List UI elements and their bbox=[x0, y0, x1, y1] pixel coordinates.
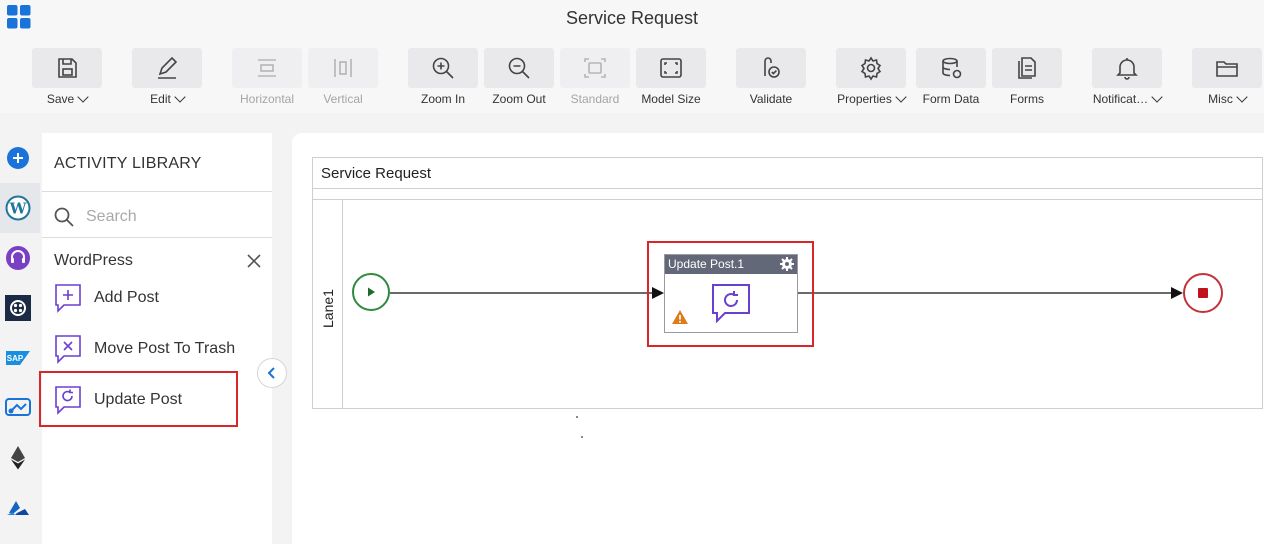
stop-icon bbox=[1198, 288, 1208, 298]
gear-icon[interactable] bbox=[780, 257, 794, 271]
standard-size-icon bbox=[584, 58, 606, 78]
sap-icon[interactable]: SAP bbox=[5, 345, 31, 371]
collapse-panel-button[interactable] bbox=[257, 358, 287, 388]
canvas-artifact bbox=[576, 416, 578, 418]
library-item-label: Move Post To Trash bbox=[94, 340, 236, 357]
chevron-down-icon bbox=[174, 91, 186, 103]
pencil-icon bbox=[158, 56, 178, 79]
chevron-left-icon bbox=[267, 367, 275, 379]
update-post-icon bbox=[712, 284, 750, 323]
highlight-box bbox=[39, 371, 238, 427]
zoom-in-icon bbox=[432, 57, 454, 79]
flow-icon[interactable] bbox=[5, 395, 31, 421]
notifications-button[interactable]: Notificat… bbox=[1092, 37, 1163, 113]
save-button[interactable]: Save bbox=[32, 37, 102, 113]
chevron-down-icon bbox=[895, 91, 907, 103]
properties-label: Properties bbox=[837, 92, 892, 106]
validate-label: Validate bbox=[749, 92, 793, 106]
folder-icon bbox=[1216, 61, 1238, 77]
add-post-icon bbox=[55, 284, 81, 313]
forms-button[interactable]: Forms bbox=[992, 37, 1062, 113]
library-item-add-post[interactable]: Add Post bbox=[42, 277, 272, 321]
misc-label: Misc bbox=[1208, 92, 1233, 106]
chevron-down-icon bbox=[77, 91, 89, 103]
page-title: Service Request bbox=[565, 8, 699, 28]
vertical-label: Vertical bbox=[323, 92, 363, 106]
add-icon[interactable] bbox=[5, 145, 31, 171]
connector-rail: W SAP bbox=[0, 133, 40, 544]
edit-label: Edit bbox=[150, 92, 171, 106]
canvas-artifact bbox=[581, 436, 583, 438]
edit-button[interactable]: Edit bbox=[132, 37, 202, 113]
align-vertical-icon bbox=[334, 59, 352, 77]
play-icon bbox=[368, 287, 375, 297]
form-data-button[interactable]: Form Data bbox=[916, 37, 986, 113]
pool-title: Service Request bbox=[321, 165, 432, 182]
validate-icon bbox=[764, 57, 780, 78]
ethereum-icon[interactable] bbox=[5, 445, 31, 471]
lane-label: Lane1 bbox=[320, 289, 336, 328]
divider bbox=[42, 191, 272, 192]
process-canvas[interactable]: Service Request Lane1 Update Post.1 bbox=[292, 133, 1264, 544]
task-update-post[interactable]: Update Post.1 bbox=[664, 254, 798, 333]
search-icon bbox=[54, 207, 74, 227]
standard-button[interactable]: Standard bbox=[560, 37, 630, 113]
properties-button[interactable]: Properties bbox=[836, 37, 907, 113]
horizontal-button[interactable]: Horizontal bbox=[232, 37, 302, 113]
model-size-icon bbox=[660, 58, 682, 78]
wordpress-icon[interactable]: W bbox=[5, 195, 31, 221]
library-title: ACTIVITY LIBRARY bbox=[54, 155, 202, 172]
connector-icon[interactable] bbox=[5, 295, 31, 321]
activity-library-panel: ACTIVITY LIBRARY WordPress Add Post Move… bbox=[42, 133, 272, 544]
warning-icon bbox=[672, 310, 688, 324]
chevron-down-icon bbox=[1236, 91, 1248, 103]
zoom-out-icon bbox=[508, 57, 530, 79]
search-input[interactable] bbox=[86, 204, 256, 230]
chevron-down-icon bbox=[1151, 91, 1163, 103]
forms-label: Forms bbox=[1010, 92, 1044, 106]
notifications-label: Notificat… bbox=[1092, 92, 1149, 106]
lane-header[interactable]: Lane1 bbox=[313, 199, 343, 408]
start-event[interactable] bbox=[352, 273, 390, 311]
title-bar: Service Request bbox=[0, 0, 1264, 37]
model-size-button[interactable]: Model Size bbox=[636, 37, 706, 113]
save-icon bbox=[58, 58, 77, 78]
forms-icon bbox=[1018, 57, 1036, 79]
library-item-move-post-to-trash[interactable]: Move Post To Trash bbox=[42, 328, 272, 372]
svg-text:SAP: SAP bbox=[7, 354, 24, 363]
svg-text:W: W bbox=[9, 200, 28, 218]
bell-icon bbox=[1116, 58, 1138, 80]
task-header: Update Post.1 bbox=[665, 255, 797, 274]
end-event[interactable] bbox=[1183, 273, 1223, 313]
model-size-label: Model Size bbox=[641, 92, 701, 106]
task-title: Update Post.1 bbox=[668, 257, 745, 271]
zoom-out-button[interactable]: Zoom Out bbox=[484, 37, 554, 113]
database-icon bbox=[942, 57, 962, 79]
validate-button[interactable]: Validate bbox=[736, 37, 806, 113]
misc-button[interactable]: Misc bbox=[1192, 37, 1262, 113]
divider bbox=[42, 237, 272, 238]
close-icon[interactable] bbox=[246, 253, 262, 269]
pool-header: Service Request bbox=[313, 158, 1262, 189]
category-title: WordPress bbox=[54, 252, 133, 269]
save-label: Save bbox=[46, 92, 75, 106]
align-horizontal-icon bbox=[258, 59, 276, 77]
library-item-label: Add Post bbox=[94, 289, 159, 306]
support-headset-icon[interactable] bbox=[5, 245, 31, 271]
zoom-in-button[interactable]: Zoom In bbox=[408, 37, 478, 113]
gear-icon bbox=[860, 56, 882, 81]
toolbar: Save Edit Horizontal Vertical Zoom In Zo… bbox=[0, 37, 1264, 113]
trash-post-icon bbox=[55, 335, 81, 364]
azure-icon[interactable] bbox=[5, 495, 31, 521]
vertical-button[interactable]: Vertical bbox=[308, 37, 378, 113]
